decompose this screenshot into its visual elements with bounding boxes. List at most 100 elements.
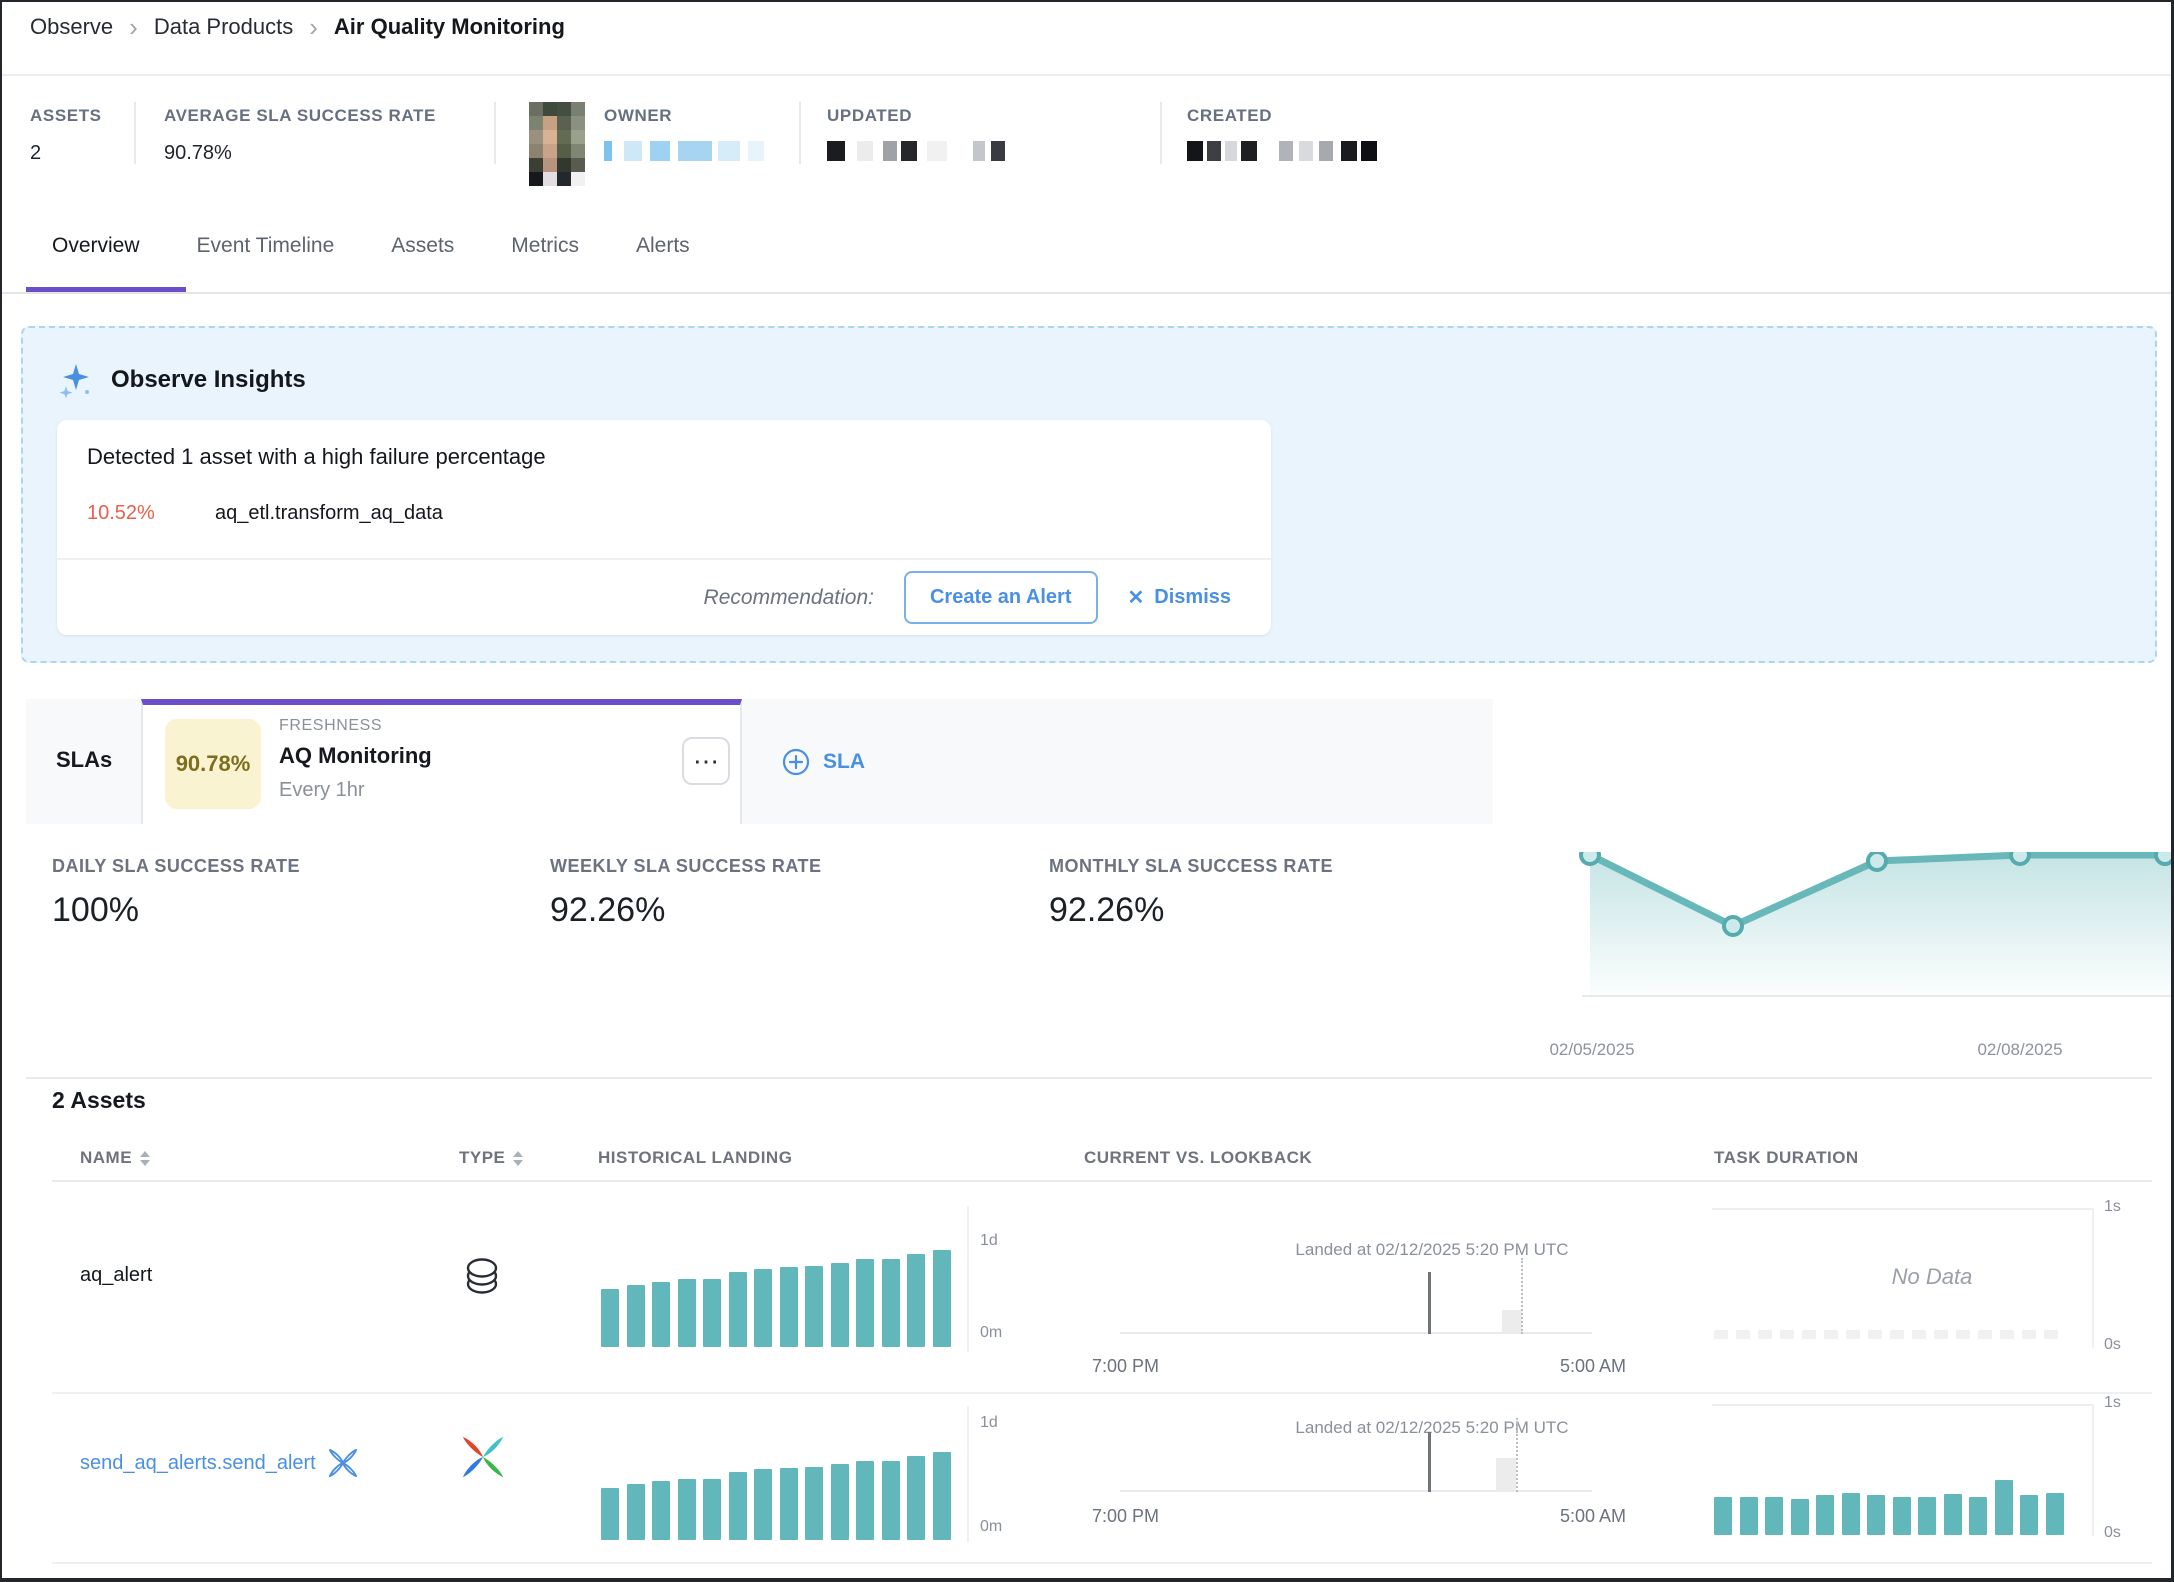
y-max-label: 1s (2104, 1198, 2121, 1216)
sla-card-aq-monitoring[interactable]: 90.78% FRESHNESS AQ Monitoring Every 1hr… (141, 699, 742, 828)
column-header-type[interactable]: TYPE (459, 1148, 523, 1168)
create-alert-button[interactable]: Create an Alert (904, 571, 1098, 624)
airflow-type-icon (460, 1434, 506, 1485)
x-end-label: 5:00 AM (1560, 1506, 1626, 1527)
lookback-baseline (1120, 1490, 1592, 1492)
lookback-window-box (1502, 1310, 1522, 1334)
insights-header: Observe Insights (59, 362, 306, 398)
task-duration-chart (1714, 1407, 2072, 1535)
sla-trend-chart: 02/05/2025 02/08/2025 (1552, 852, 2174, 1072)
empty-chart-placeholder (1714, 1330, 2058, 1339)
dismiss-label: Dismiss (1154, 586, 1231, 609)
table-type-icon (460, 1254, 504, 1305)
y-min-label: 0s (2104, 1524, 2121, 1542)
sla-tab-strip: SLAs 90.78% FRESHNESS AQ Monitoring Ever… (26, 699, 1493, 826)
chart-top-border (1712, 1208, 2092, 1210)
y-max-label: 1s (2104, 1394, 2121, 1412)
tab-assets[interactable]: Assets (391, 234, 454, 258)
chevron-right-icon: › (309, 16, 318, 38)
stat-created: CREATED (1187, 106, 1377, 162)
close-icon: ✕ (1128, 585, 1145, 610)
breadcrumb: Observe › Data Products › Air Quality Mo… (30, 14, 565, 40)
tabs-divider (2, 292, 2171, 294)
recommendation-label: Recommendation: (704, 586, 874, 610)
airflow-outline-icon (328, 1448, 358, 1478)
sla-trend-line (1552, 852, 2174, 1032)
x-start-label: 7:00 PM (1092, 1506, 1159, 1527)
stat-assets: ASSETS 2 (30, 106, 102, 165)
tab-alerts[interactable]: Alerts (636, 234, 690, 258)
sort-icon (140, 1151, 150, 1166)
y-min-label: 0s (2104, 1336, 2121, 1354)
failing-asset-name: aq_etl.transform_aq_data (215, 502, 443, 525)
stat-divider (134, 102, 136, 164)
insight-headline: Detected 1 asset with a high failure per… (87, 444, 546, 470)
column-header-task-duration: TASK DURATION (1714, 1148, 1859, 1168)
tab-metrics[interactable]: Metrics (511, 234, 579, 258)
y-min-label: 0m (980, 1324, 1002, 1342)
dismiss-button[interactable]: ✕ Dismiss (1128, 585, 1231, 610)
sla-more-button[interactable]: ⋯ (682, 737, 730, 785)
sort-icon (513, 1151, 523, 1166)
y-min-label: 0m (980, 1518, 1002, 1536)
y-max-label: 1d (980, 1414, 998, 1432)
add-sla-label: SLA (823, 750, 865, 774)
tab-overview[interactable]: Overview (52, 234, 140, 258)
breadcrumb-current-page: Air Quality Monitoring (334, 14, 565, 40)
chart-axis (967, 1206, 969, 1352)
breadcrumb-data-products[interactable]: Data Products (154, 14, 293, 40)
insight-card: Detected 1 asset with a high failure per… (57, 420, 1271, 635)
stat-divider (1160, 102, 1162, 164)
chevron-right-icon: › (129, 16, 138, 38)
expected-time-marker (1516, 1418, 1518, 1492)
stat-updated: UPDATED (827, 106, 1005, 162)
ellipsis-icon: ⋯ (693, 751, 719, 771)
updated-value-redacted (827, 140, 1005, 162)
chart-axis (2092, 1208, 2094, 1348)
trend-start-date: 02/05/2025 (1532, 1040, 1652, 1060)
column-header-current-vs-lookback: CURRENT VS. LOOKBACK (1084, 1148, 1312, 1168)
chart-axis (967, 1406, 969, 1542)
historical-landing-chart (601, 1418, 954, 1540)
owner-avatar (529, 102, 585, 186)
x-start-label: 7:00 PM (1092, 1356, 1159, 1377)
created-value-redacted (1187, 140, 1377, 162)
table-header-divider (52, 1180, 2152, 1182)
weekly-sla-rate: WEEKLY SLA SUCCESS RATE 92.26% (550, 856, 822, 930)
tab-event-timeline[interactable]: Event Timeline (197, 234, 335, 258)
landed-at-label: Landed at 02/12/2025 5:20 PM UTC (1212, 1418, 1652, 1438)
failure-percentage: 10.52% (87, 502, 155, 525)
sla-name: AQ Monitoring (279, 743, 432, 769)
historical-landing-chart (601, 1212, 954, 1347)
daily-sla-rate: DAILY SLA SUCCESS RATE 100% (52, 856, 300, 930)
y-max-label: 1d (980, 1232, 998, 1250)
asset-name: aq_alert (80, 1264, 152, 1287)
sla-schedule: Every 1hr (279, 779, 365, 802)
add-sla-button[interactable]: SLA (782, 699, 865, 824)
asset-link[interactable]: send_aq_alerts.send_alert (80, 1448, 358, 1478)
expected-time-marker (1521, 1258, 1523, 1334)
x-end-label: 5:00 AM (1560, 1356, 1626, 1377)
assets-count-title: 2 Assets (52, 1087, 146, 1114)
sla-success-badge: 90.78% (165, 719, 261, 809)
sla-type-label: FRESHNESS (279, 717, 382, 735)
table-row: aq_alert 1d 0m Landed at 02/12/2025 5:20… (52, 1184, 2152, 1394)
lookback-window-box (1496, 1458, 1516, 1492)
stat-divider (494, 102, 496, 164)
no-data-label: No Data (1812, 1264, 2052, 1290)
chart-top-border (1712, 1404, 2092, 1406)
breadcrumb-observe[interactable]: Observe (30, 14, 113, 40)
owner-value-redacted (604, 140, 764, 162)
insights-title: Observe Insights (111, 366, 306, 394)
column-header-historical-landing: HISTORICAL LANDING (598, 1148, 792, 1168)
assets-table-header: NAME TYPE HISTORICAL LANDING CURRENT VS.… (52, 1148, 2152, 1178)
stat-owner: OWNER (604, 106, 764, 162)
observe-insights-panel: Observe Insights Detected 1 asset with a… (21, 326, 2157, 663)
stats-bar: ASSETS 2 AVERAGE SLA SUCCESS RATE 90.78%… (2, 98, 2171, 194)
landing-time-marker (1428, 1272, 1431, 1334)
column-header-name[interactable]: NAME (80, 1148, 150, 1168)
table-row: send_aq_alerts.send_alert 1d 0m Land (52, 1394, 2152, 1564)
sparkle-icon (59, 362, 93, 398)
landing-time-marker (1428, 1432, 1431, 1492)
sla-rates-panel: DAILY SLA SUCCESS RATE 100% WEEKLY SLA S… (26, 824, 2152, 1079)
